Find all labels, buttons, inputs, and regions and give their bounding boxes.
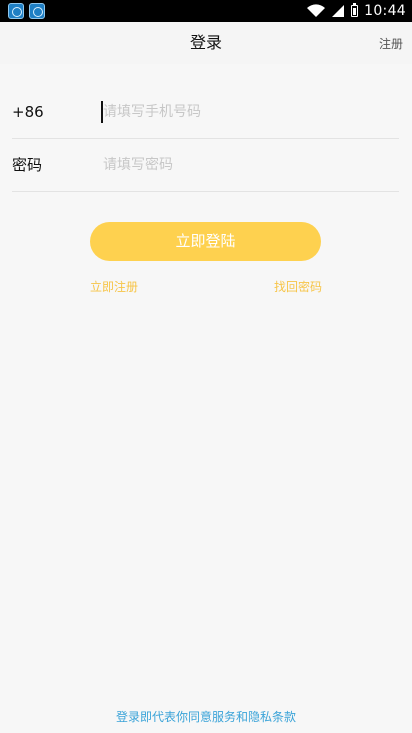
battery-icon — [351, 3, 359, 17]
app-notification-icon — [8, 3, 24, 19]
password-input[interactable]: 请填写密码 — [103, 139, 393, 191]
login-button[interactable]: 立即登陆 — [90, 222, 321, 261]
nav-bar: 登录 注册 — [0, 22, 412, 64]
register-nav-button[interactable]: 注册 — [379, 22, 403, 64]
register-link[interactable]: 立即注册 — [90, 279, 138, 295]
wifi-icon — [307, 4, 326, 18]
signal-icon — [332, 5, 345, 17]
forgot-password-link[interactable]: 找回密码 — [274, 279, 322, 295]
password-row: 密码 请填写密码 — [12, 139, 399, 192]
status-bar: 10:44 — [0, 0, 412, 22]
country-code[interactable]: +86 — [12, 86, 44, 138]
page-title: 登录 — [189, 33, 222, 52]
terms-link[interactable]: 登录即代表你同意服务和隐私条款 — [0, 709, 412, 725]
status-time: 10:44 — [364, 3, 406, 19]
phone-input[interactable]: 请填写手机号码 — [103, 86, 393, 138]
phone-row: +86 请填写手机号码 — [12, 86, 399, 139]
password-label: 密码 — [12, 156, 43, 174]
app-notification-icon — [29, 3, 45, 19]
